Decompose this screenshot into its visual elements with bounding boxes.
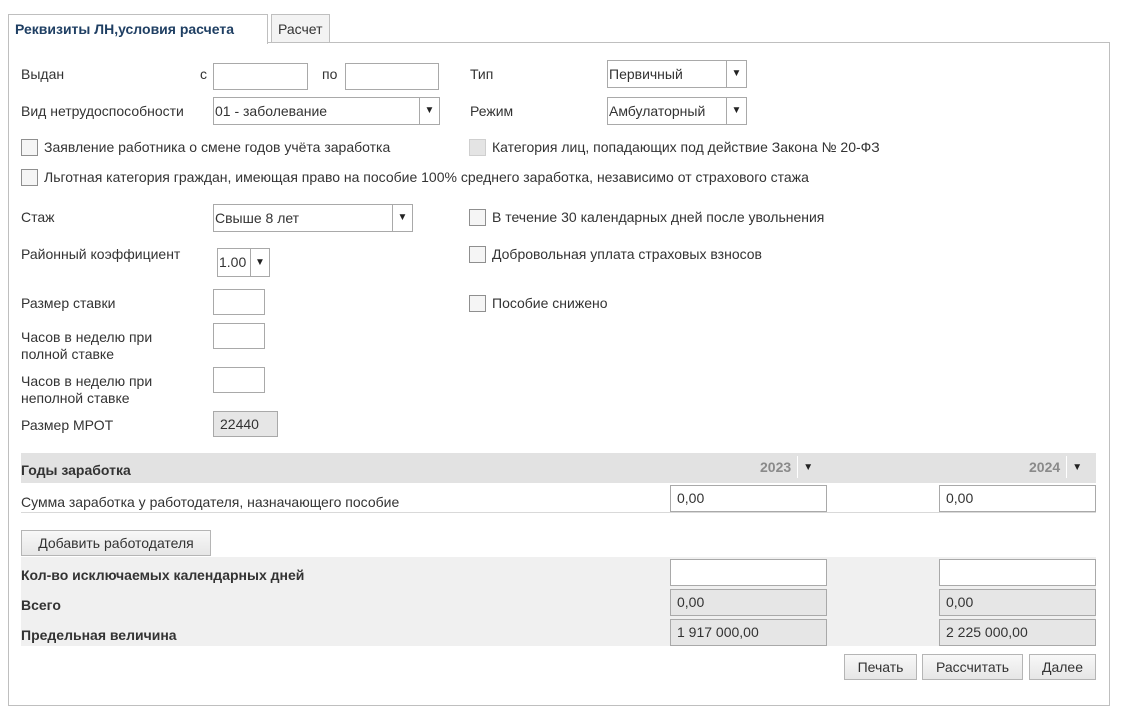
benefit-reduced-checkbox[interactable] — [469, 295, 486, 312]
excluded-days-year1-input[interactable] — [670, 559, 827, 586]
district-coef-value: 1.00 — [219, 254, 247, 270]
experience-value: Свыше 8 лет — [215, 210, 300, 226]
years-change-label: Заявление работника о смене годов учёта … — [44, 139, 391, 155]
total-label: Всего — [21, 597, 61, 613]
type-select-value: Первичный — [609, 66, 683, 82]
voluntary-payment-checkbox[interactable] — [469, 246, 486, 263]
benefit-reduced-label: Пособие снижено — [492, 295, 608, 311]
triangle-down-icon[interactable]: ▼ — [726, 98, 746, 124]
years-header-band — [21, 453, 1096, 483]
date-from-input[interactable] — [213, 63, 308, 90]
district-coef-label: Районный коэффициент — [21, 246, 181, 262]
experience-label: Стаж — [21, 209, 55, 225]
year2-value: 2024 — [1029, 459, 1061, 475]
category-20fz-label: Категория лиц, попадающих под действие З… — [492, 139, 880, 155]
privileged-category-checkbox[interactable] — [21, 169, 38, 186]
hours-full-input[interactable] — [213, 323, 265, 349]
mrot-value: 22440 — [213, 411, 278, 437]
year2-select[interactable]: 2024 ▼ — [1029, 455, 1087, 479]
issued-label: Выдан — [21, 66, 65, 82]
hours-part-label: Часов в неделю при неполной ставке — [21, 373, 153, 406]
triangle-down-icon[interactable]: ▼ — [797, 456, 818, 478]
next-button[interactable]: Далее — [1029, 654, 1096, 680]
mode-select-value: Амбулаторный — [609, 103, 706, 119]
type-label: Тип — [470, 66, 494, 82]
triangle-down-icon[interactable]: ▼ — [726, 61, 746, 87]
excluded-days-year2-input[interactable] — [939, 559, 1096, 586]
total-year2-value: 0,00 — [939, 589, 1096, 616]
mode-select[interactable]: Амбулаторный ▼ — [607, 97, 747, 125]
experience-select[interactable]: Свыше 8 лет ▼ — [213, 204, 413, 232]
triangle-down-icon[interactable]: ▼ — [419, 98, 439, 124]
after-dismissal-checkbox[interactable] — [469, 209, 486, 226]
add-employer-button[interactable]: Добавить работодателя — [21, 530, 211, 556]
year1-value: 2023 — [760, 459, 792, 475]
limit-year1-value: 1 917 000,00 — [670, 619, 827, 646]
limit-band — [21, 617, 1096, 646]
years-change-checkbox[interactable] — [21, 139, 38, 156]
after-dismissal-label: В течение 30 календарных дней после увол… — [492, 209, 825, 225]
from-label: с — [200, 66, 207, 82]
triangle-down-icon[interactable]: ▼ — [1066, 456, 1087, 478]
total-year1-value: 0,00 — [670, 589, 827, 616]
limit-year2-value: 2 225 000,00 — [939, 619, 1096, 646]
row-divider — [21, 512, 1096, 513]
privileged-category-label: Льготная категория граждан, имеющая прав… — [44, 169, 809, 185]
to-label: по — [322, 66, 338, 82]
earnings-sum-label: Сумма заработка у работодателя, назначаю… — [21, 494, 400, 510]
hours-part-input[interactable] — [213, 367, 265, 393]
earnings-sum-year2-input[interactable]: 0,00 — [939, 485, 1096, 512]
year1-select[interactable]: 2023 ▼ — [760, 455, 818, 479]
mrot-label: Размер МРОТ — [21, 417, 114, 433]
rate-label: Размер ставки — [21, 295, 116, 311]
triangle-down-icon[interactable]: ▼ — [392, 205, 412, 231]
type-select[interactable]: Первичный ▼ — [607, 60, 747, 88]
category-20fz-checkbox — [469, 139, 486, 156]
earnings-sum-year1-input[interactable]: 0,00 — [670, 485, 827, 512]
disability-type-label: Вид нетрудоспособности — [21, 103, 184, 119]
date-to-input[interactable] — [345, 63, 439, 90]
tab-requisites[interactable]: Реквизиты ЛН,условия расчета — [8, 14, 268, 44]
total-band — [21, 587, 1096, 617]
hours-full-label: Часов в неделю при полной ставке — [21, 329, 153, 362]
earning-years-label: Годы заработка — [21, 462, 131, 478]
excluded-days-label: Кол-во исключаемых календарных дней — [21, 567, 305, 583]
voluntary-payment-label: Добровольная уплата страховых взносов — [492, 246, 762, 262]
mode-label: Режим — [470, 103, 514, 119]
tab-calculation[interactable]: Расчет — [271, 14, 330, 42]
calculate-button[interactable]: Рассчитать — [922, 654, 1023, 680]
disability-type-select[interactable]: 01 - заболевание ▼ — [213, 97, 440, 125]
disability-type-value: 01 - заболевание — [215, 103, 328, 119]
rate-input[interactable] — [213, 289, 265, 315]
triangle-down-icon[interactable]: ▼ — [250, 249, 269, 276]
district-coef-select[interactable]: 1.00 ▼ — [217, 248, 270, 277]
limit-label: Предельная величина — [21, 627, 177, 643]
print-button[interactable]: Печать — [844, 654, 917, 680]
